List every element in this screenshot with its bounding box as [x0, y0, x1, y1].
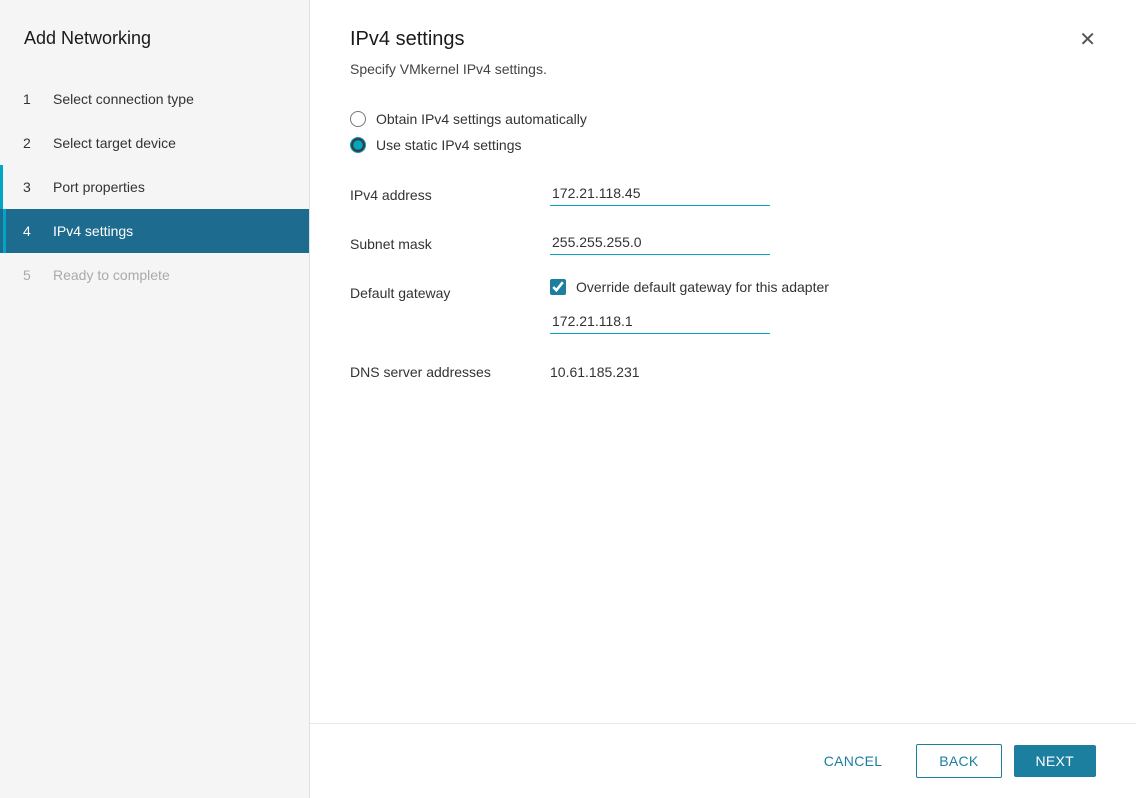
- step-2-label: Select target device: [53, 135, 176, 151]
- dns-value: 10.61.185.231: [550, 358, 640, 380]
- content-subtitle: Specify VMkernel IPv4 settings.: [310, 51, 1136, 101]
- content-header: IPv4 settings ✕: [310, 0, 1136, 51]
- sidebar: Add Networking 1 Select connection type …: [0, 0, 310, 798]
- modal-footer: CANCEL BACK NEXT: [310, 723, 1136, 798]
- dns-label: DNS server addresses: [350, 358, 550, 380]
- step-4-label: IPv4 settings: [53, 223, 133, 239]
- default-gateway-control: Override default gateway for this adapte…: [550, 279, 950, 334]
- sidebar-title: Add Networking: [0, 0, 309, 73]
- sidebar-item-step-1[interactable]: 1 Select connection type: [0, 77, 309, 121]
- step-4-number: 4: [23, 223, 41, 239]
- override-gateway-checkbox[interactable]: [550, 279, 566, 295]
- add-networking-modal: Add Networking 1 Select connection type …: [0, 0, 1136, 798]
- sidebar-item-step-4[interactable]: 4 IPv4 settings: [0, 209, 309, 253]
- sidebar-item-step-3[interactable]: 3 Port properties: [0, 165, 309, 209]
- form-row-subnet-mask: Subnet mask: [350, 230, 1096, 255]
- radio-obtain-auto[interactable]: [350, 111, 366, 127]
- gateway-sub-input: [550, 309, 770, 334]
- step-1-label: Select connection type: [53, 91, 194, 107]
- step-2-number: 2: [23, 135, 41, 151]
- form-row-ipv4-address: IPv4 address: [350, 181, 1096, 206]
- ipv4-address-label: IPv4 address: [350, 181, 550, 203]
- page-title: IPv4 settings: [350, 28, 465, 51]
- main-content: IPv4 settings ✕ Specify VMkernel IPv4 se…: [310, 0, 1136, 798]
- sidebar-item-step-5[interactable]: 5 Ready to complete: [0, 253, 309, 297]
- radio-option-static[interactable]: Use static IPv4 settings: [350, 137, 1096, 153]
- form-area: Obtain IPv4 settings automatically Use s…: [310, 101, 1136, 723]
- step-5-label: Ready to complete: [53, 267, 170, 283]
- ipv4-address-control: [550, 181, 770, 206]
- step-5-number: 5: [23, 267, 41, 283]
- cancel-button[interactable]: CANCEL: [802, 745, 904, 777]
- default-gateway-label: Default gateway: [350, 279, 550, 301]
- subnet-mask-label: Subnet mask: [350, 230, 550, 252]
- sidebar-item-step-2[interactable]: 2 Select target device: [0, 121, 309, 165]
- next-button[interactable]: NEXT: [1014, 745, 1096, 777]
- step-3-number: 3: [23, 179, 41, 195]
- ipv4-address-input[interactable]: [550, 181, 770, 206]
- form-row-dns: DNS server addresses 10.61.185.231: [350, 358, 1096, 380]
- sidebar-steps: 1 Select connection type 2 Select target…: [0, 77, 309, 297]
- radio-option-obtain-auto[interactable]: Obtain IPv4 settings automatically: [350, 111, 1096, 127]
- close-button[interactable]: ✕: [1079, 30, 1096, 50]
- subnet-mask-control: [550, 230, 770, 255]
- override-gateway-label: Override default gateway for this adapte…: [576, 279, 829, 295]
- gateway-value-input[interactable]: [550, 309, 770, 334]
- step-1-number: 1: [23, 91, 41, 107]
- subnet-mask-input[interactable]: [550, 230, 770, 255]
- step-3-label: Port properties: [53, 179, 145, 195]
- radio-obtain-auto-label: Obtain IPv4 settings automatically: [376, 111, 587, 127]
- override-gateway-row: Override default gateway for this adapte…: [550, 279, 950, 295]
- radio-static-label: Use static IPv4 settings: [376, 137, 522, 153]
- radio-use-static[interactable]: [350, 137, 366, 153]
- modal-body: Add Networking 1 Select connection type …: [0, 0, 1136, 798]
- form-row-default-gateway: Default gateway Override default gateway…: [350, 279, 1096, 334]
- radio-group-ipv4: Obtain IPv4 settings automatically Use s…: [350, 111, 1096, 153]
- back-button[interactable]: BACK: [916, 744, 1001, 778]
